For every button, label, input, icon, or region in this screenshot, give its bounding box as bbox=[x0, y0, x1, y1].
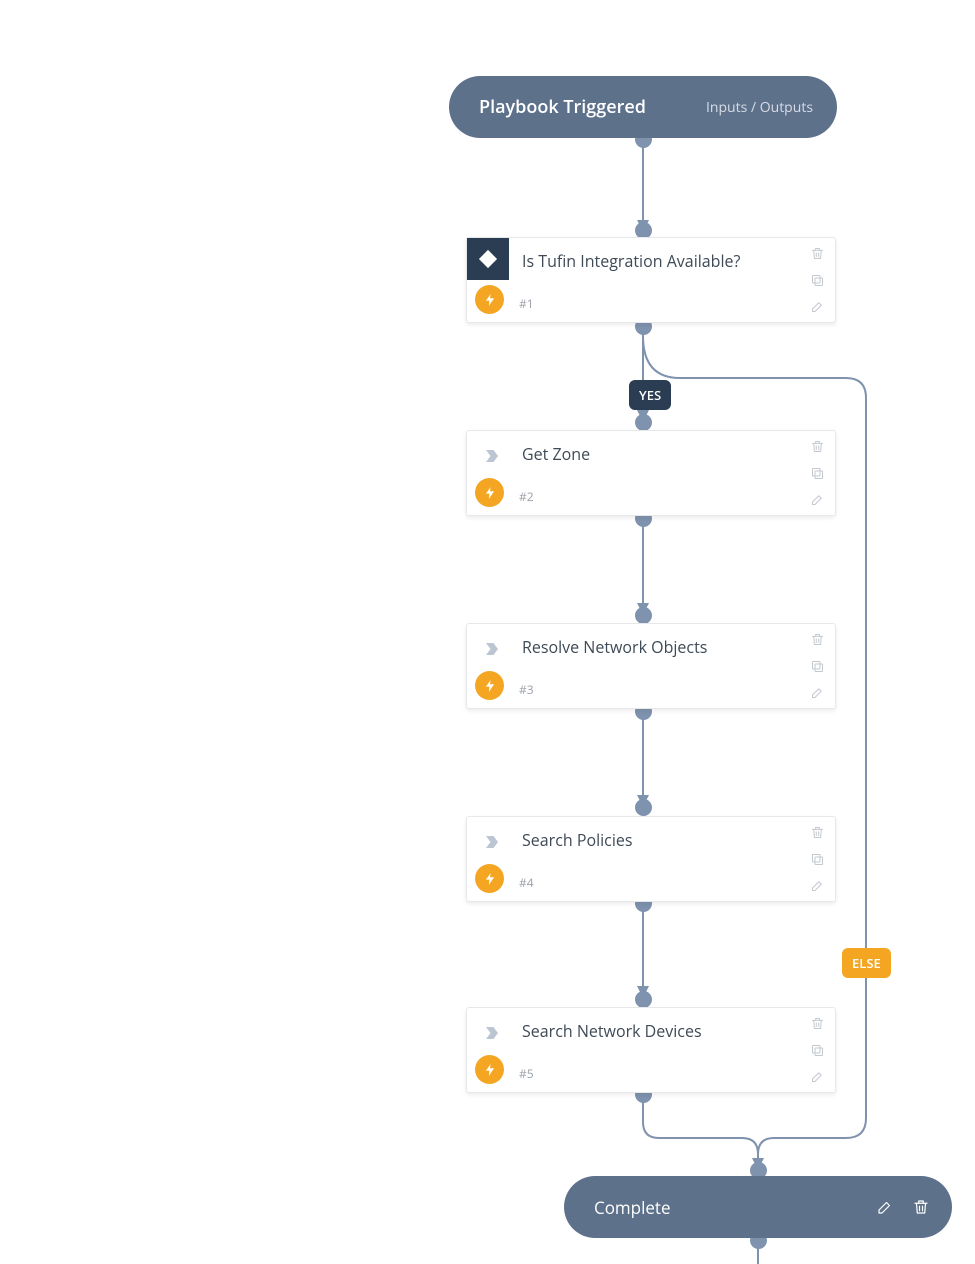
step-title: Get Zone bbox=[522, 443, 787, 465]
copy-icon[interactable] bbox=[810, 659, 825, 674]
copy-icon[interactable] bbox=[810, 852, 825, 867]
condition-icon bbox=[467, 238, 509, 280]
trash-icon[interactable] bbox=[810, 1016, 825, 1031]
bolt-icon bbox=[475, 671, 504, 700]
playbook-complete-node[interactable]: Complete bbox=[564, 1176, 952, 1238]
copy-icon[interactable] bbox=[810, 466, 825, 481]
connector-dot bbox=[635, 607, 652, 624]
edit-icon[interactable] bbox=[810, 685, 825, 700]
branch-else-label: ELSE bbox=[842, 948, 891, 978]
playbook-start-node[interactable]: Playbook Triggered Inputs / Outputs bbox=[449, 76, 837, 138]
connector-dot bbox=[635, 414, 652, 431]
step-card[interactable]: Search Network Devices #5 bbox=[466, 1007, 836, 1093]
step-card[interactable]: Get Zone #2 bbox=[466, 430, 836, 516]
step-index: #5 bbox=[519, 1065, 534, 1082]
action-chevron-icon bbox=[475, 439, 509, 473]
copy-icon[interactable] bbox=[810, 1043, 825, 1058]
step-card[interactable]: Search Policies #4 bbox=[466, 816, 836, 902]
bolt-icon bbox=[475, 1055, 504, 1084]
complete-label: Complete bbox=[594, 1196, 671, 1219]
connector-dot bbox=[635, 799, 652, 816]
copy-icon[interactable] bbox=[810, 273, 825, 288]
trash-icon[interactable] bbox=[912, 1198, 930, 1216]
step-index: #1 bbox=[519, 295, 534, 312]
inputs-outputs-link[interactable]: Inputs / Outputs bbox=[706, 98, 813, 117]
step-index: #3 bbox=[519, 681, 534, 698]
step-title: Search Network Devices bbox=[522, 1020, 787, 1042]
edit-icon[interactable] bbox=[810, 1069, 825, 1084]
trash-icon[interactable] bbox=[810, 246, 825, 261]
step-title: Search Policies bbox=[522, 829, 787, 851]
step-index: #4 bbox=[519, 874, 534, 891]
step-card-condition[interactable]: Is Tufin Integration Available? #1 bbox=[466, 237, 836, 323]
trash-icon[interactable] bbox=[810, 439, 825, 454]
connector-dot bbox=[635, 991, 652, 1008]
bolt-icon bbox=[475, 285, 504, 314]
trash-icon[interactable] bbox=[810, 825, 825, 840]
bolt-icon bbox=[475, 864, 504, 893]
edit-icon[interactable] bbox=[876, 1198, 894, 1216]
playbook-start-title: Playbook Triggered bbox=[479, 95, 646, 119]
edit-icon[interactable] bbox=[810, 878, 825, 893]
step-title: Resolve Network Objects bbox=[522, 636, 787, 658]
edit-icon[interactable] bbox=[810, 492, 825, 507]
bolt-icon bbox=[475, 478, 504, 507]
action-chevron-icon bbox=[475, 1016, 509, 1050]
action-chevron-icon bbox=[475, 825, 509, 859]
step-title: Is Tufin Integration Available? bbox=[522, 250, 787, 272]
step-index: #2 bbox=[519, 488, 534, 505]
branch-yes-label: YES bbox=[629, 380, 671, 410]
action-chevron-icon bbox=[475, 632, 509, 666]
step-card[interactable]: Resolve Network Objects #3 bbox=[466, 623, 836, 709]
edit-icon[interactable] bbox=[810, 299, 825, 314]
trash-icon[interactable] bbox=[810, 632, 825, 647]
